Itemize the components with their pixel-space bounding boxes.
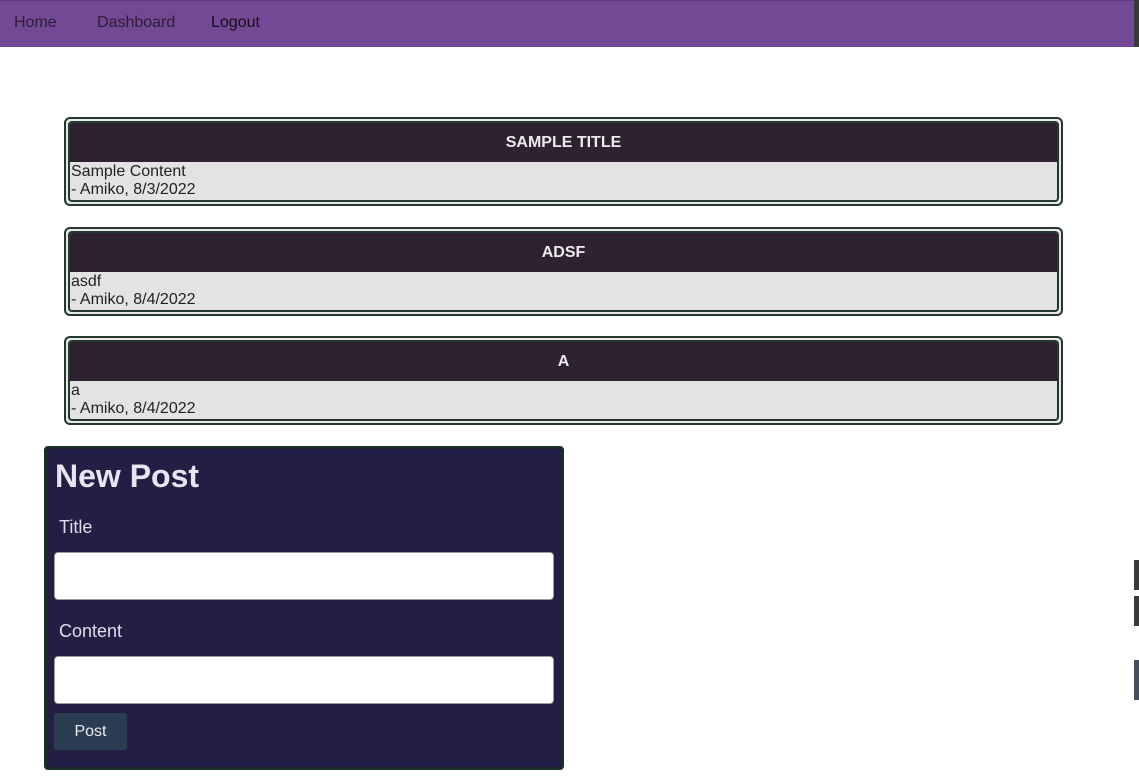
post-submit-button[interactable]: Post — [54, 713, 127, 750]
post-content: Sample Content — [71, 163, 186, 180]
post-content: asdf — [71, 273, 102, 290]
post-byline: - Amiko, 8/4/2022 — [71, 291, 196, 308]
nav-dashboard-link[interactable]: Dashboard — [97, 14, 175, 32]
post-title: adsf — [70, 233, 1057, 272]
post-card-inner: a a - Amiko, 8/4/2022 — [68, 340, 1059, 421]
new-post-heading: New Post — [55, 458, 200, 494]
post-card: adsf asdf - Amiko, 8/4/2022 — [64, 227, 1063, 316]
post-card: Sample Title Sample Content - Amiko, 8/3… — [64, 117, 1063, 206]
post-card-inner: Sample Title Sample Content - Amiko, 8/3… — [68, 121, 1059, 202]
post-byline: - Amiko, 8/3/2022 — [71, 181, 196, 198]
post-body: a - Amiko, 8/4/2022 — [70, 381, 1057, 418]
post-body: asdf - Amiko, 8/4/2022 — [70, 272, 1057, 309]
post-card: a a - Amiko, 8/4/2022 — [64, 336, 1063, 425]
content-label: Content — [59, 621, 123, 641]
title-label: Title — [59, 517, 93, 537]
post-byline: - Amiko, 8/4/2022 — [71, 400, 196, 417]
window-edge-strip — [1134, 0, 1139, 781]
post-title: Sample Title — [70, 123, 1057, 162]
post-body: Sample Content - Amiko, 8/3/2022 — [70, 162, 1057, 199]
title-input[interactable] — [54, 552, 554, 600]
post-content: a — [71, 382, 80, 399]
content-input[interactable] — [54, 656, 554, 704]
nav-logout-link[interactable]: Logout — [211, 14, 260, 32]
post-card-inner: adsf asdf - Amiko, 8/4/2022 — [68, 231, 1059, 312]
post-title: a — [70, 342, 1057, 381]
navbar: Home Dashboard Logout — [0, 0, 1134, 47]
new-post-form: New Post Title Content Post — [44, 446, 564, 770]
nav-home-link[interactable]: Home — [14, 14, 57, 32]
